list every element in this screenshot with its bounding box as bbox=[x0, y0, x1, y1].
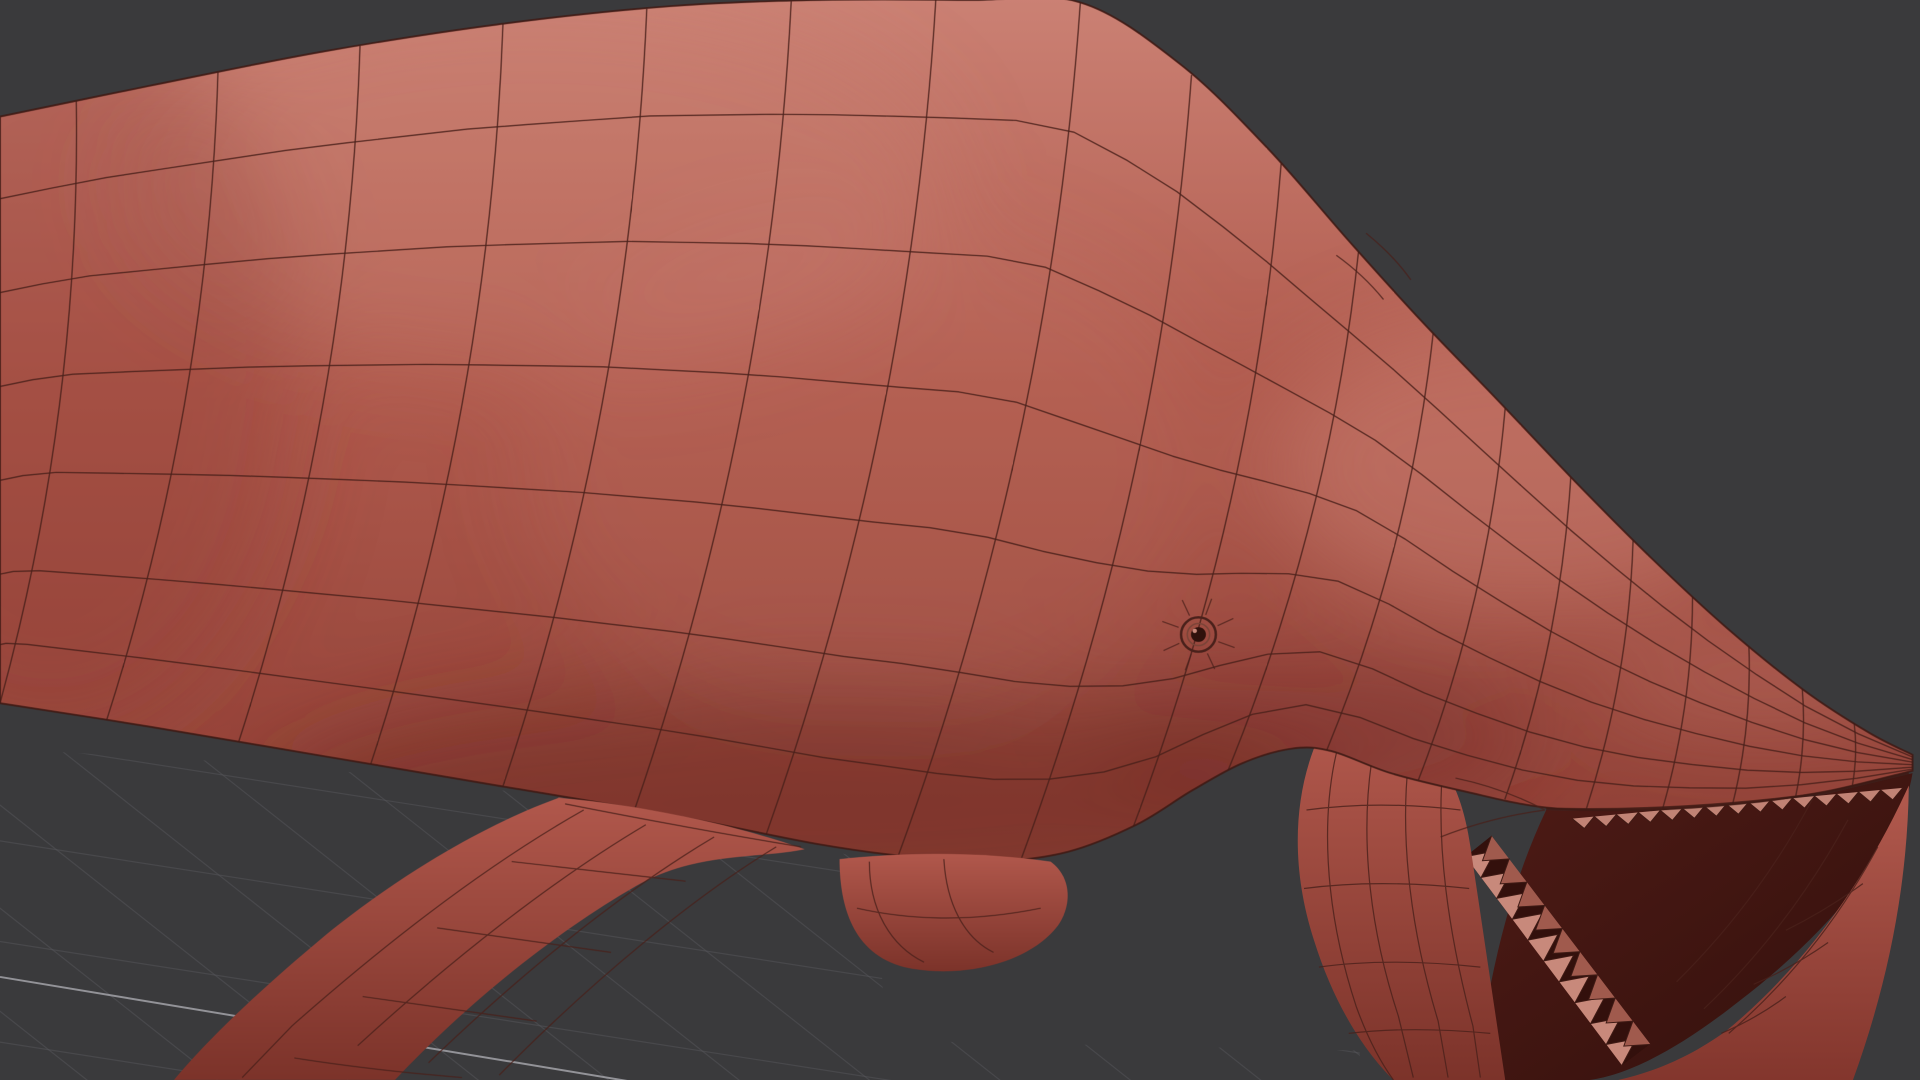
viewport-canvas[interactable] bbox=[0, 0, 1920, 1080]
